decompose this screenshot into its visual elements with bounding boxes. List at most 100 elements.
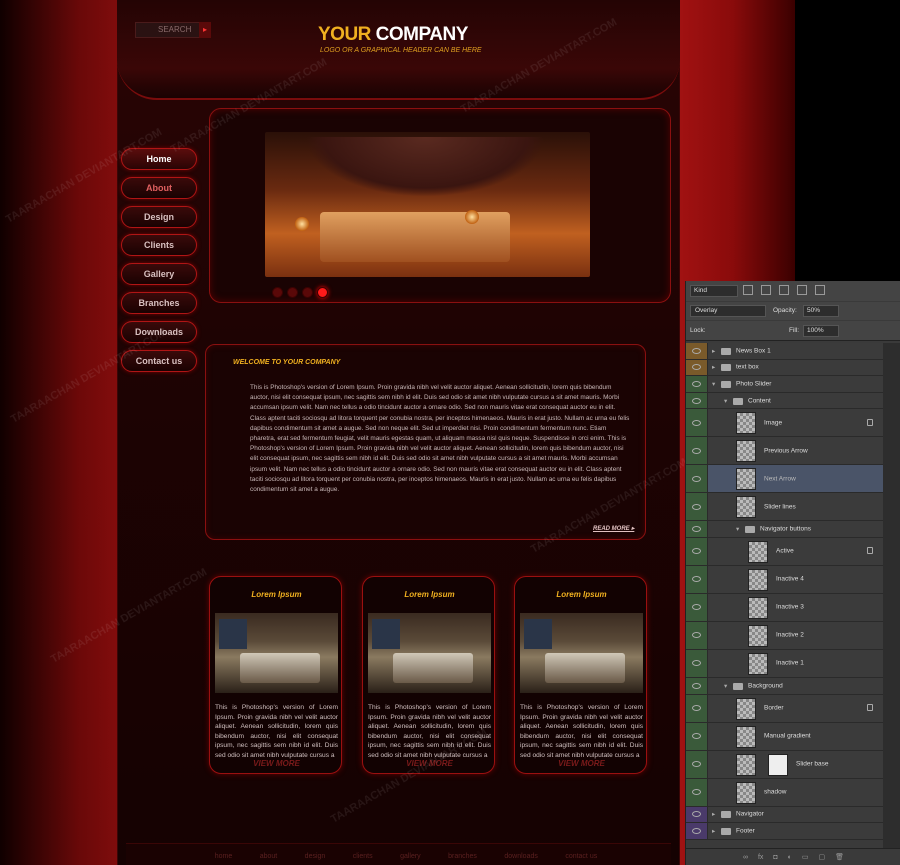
eye-icon[interactable] (686, 750, 708, 778)
smart-object-filter-icon[interactable] (815, 285, 825, 295)
eye-icon[interactable] (686, 343, 708, 359)
folder-icon (733, 397, 743, 405)
kind-filter-select[interactable]: Kind (690, 285, 738, 297)
nav-design[interactable]: Design (121, 205, 197, 228)
footer-link-design[interactable]: design (305, 844, 326, 865)
eye-icon[interactable] (686, 722, 708, 750)
layer-row[interactable]: ▾ Navigator buttons (686, 521, 883, 538)
footer-link-home[interactable]: home (215, 844, 233, 865)
add-mask-icon[interactable]: ◘ (773, 854, 777, 861)
layer-row[interactable]: Active (686, 537, 883, 566)
opacity-input[interactable]: 50% (803, 305, 839, 317)
layer-row[interactable]: Manual gradient (686, 722, 883, 751)
eye-icon[interactable] (686, 565, 708, 593)
expand-toggle-icon[interactable]: ▾ (724, 397, 727, 405)
layer-row[interactable]: ▸ Footer (686, 823, 883, 840)
slider-dot-3[interactable] (302, 287, 313, 298)
eye-icon[interactable] (686, 621, 708, 649)
footer-link-about[interactable]: about (260, 844, 278, 865)
blend-bar: Overlay Opacity: 50% (686, 302, 900, 320)
slider-dot-1[interactable] (272, 287, 283, 298)
logo[interactable]: YOUR COMPANY (318, 24, 468, 46)
folder-icon (721, 364, 731, 372)
pixel-filter-icon[interactable] (743, 285, 753, 295)
view-more-link[interactable]: VIEW MORE (210, 759, 343, 768)
eye-icon[interactable] (686, 465, 708, 493)
eye-icon[interactable] (686, 376, 708, 392)
layer-row[interactable]: ▸ text box (686, 359, 883, 377)
fill-input[interactable]: 100% (803, 325, 839, 337)
footer-link-branches[interactable]: branches (448, 844, 477, 865)
eye-icon[interactable] (686, 521, 708, 537)
eye-icon[interactable] (686, 694, 708, 722)
eye-icon[interactable] (686, 392, 708, 409)
search-button[interactable]: ▸ (199, 22, 211, 38)
expand-toggle-icon[interactable]: ▸ (712, 347, 715, 355)
layer-row[interactable]: Previous Arrow (686, 437, 883, 466)
news-box-image[interactable] (520, 613, 643, 693)
layer-row[interactable]: Border (686, 694, 883, 723)
eye-icon[interactable] (686, 359, 708, 376)
footer-link-downloads[interactable]: downloads (504, 844, 537, 865)
eye-icon[interactable] (686, 593, 708, 621)
expand-toggle-icon[interactable]: ▸ (712, 827, 715, 835)
layer-row[interactable]: Inactive 1 (686, 649, 883, 678)
eye-icon[interactable] (686, 778, 708, 806)
eye-icon[interactable] (686, 823, 708, 839)
layer-row[interactable]: Inactive 2 (686, 621, 883, 650)
news-box-text: This is Photoshop's version of Lorem Ips… (520, 704, 643, 759)
adjustment-layer-icon[interactable]: ◐ (788, 854, 792, 861)
layer-row[interactable]: Image (686, 409, 883, 438)
layer-row[interactable]: ▾ Photo Slider (686, 376, 883, 393)
slider-dot-2[interactable] (287, 287, 298, 298)
delete-layer-icon[interactable]: 🗑 (835, 853, 844, 861)
news-box-1: Lorem Ipsum This is Photoshop's version … (209, 576, 342, 774)
layer-row[interactable]: Inactive 3 (686, 593, 883, 622)
news-box-image[interactable] (368, 613, 491, 693)
slider-dot-4-active[interactable] (317, 287, 328, 298)
expand-toggle-icon[interactable]: ▸ (712, 363, 715, 371)
expand-toggle-icon[interactable]: ▸ (712, 810, 715, 818)
eye-icon[interactable] (686, 806, 708, 823)
nav-branches[interactable]: Branches (121, 291, 197, 314)
view-more-link[interactable]: VIEW MORE (515, 759, 648, 768)
layer-row[interactable]: shadow (686, 778, 883, 807)
layer-row[interactable]: ▾ Background (686, 677, 883, 695)
read-more-link[interactable]: READ MORE ▸ (593, 525, 634, 532)
new-group-icon[interactable]: ▭ (802, 853, 809, 861)
eye-icon[interactable] (686, 649, 708, 677)
nav-about[interactable]: About (121, 176, 197, 199)
layers-scrollbar[interactable] (883, 343, 900, 853)
new-layer-icon[interactable]: ▢ (819, 853, 826, 861)
nav-gallery[interactable]: Gallery (121, 263, 197, 286)
shape-filter-icon[interactable] (797, 285, 807, 295)
news-box-image[interactable] (215, 613, 338, 693)
layer-row[interactable]: ▸ Navigator (686, 806, 883, 824)
type-filter-icon[interactable] (779, 285, 789, 295)
eye-icon[interactable] (686, 677, 708, 694)
layer-row[interactable]: ▸ News Box 1 (686, 343, 883, 360)
eye-icon[interactable] (686, 537, 708, 565)
blend-mode-select[interactable]: Overlay (690, 305, 766, 317)
expand-toggle-icon[interactable]: ▾ (736, 525, 739, 533)
expand-toggle-icon[interactable]: ▾ (712, 380, 715, 388)
layer-row[interactable]: Slider base (686, 750, 883, 779)
fx-icon[interactable]: fx (758, 854, 763, 861)
expand-toggle-icon[interactable]: ▾ (724, 682, 727, 690)
layer-name: Navigator (736, 810, 764, 818)
footer-link-clients[interactable]: clients (353, 844, 373, 865)
nav-clients[interactable]: Clients (121, 234, 197, 257)
eye-icon[interactable] (686, 437, 708, 465)
adjustment-filter-icon[interactable] (761, 285, 771, 295)
news-box-title: Lorem Ipsum (404, 590, 455, 599)
layer-row[interactable]: Next Arrow (686, 465, 883, 494)
layer-row[interactable]: Slider lines (686, 493, 883, 522)
slider-image[interactable] (265, 132, 590, 277)
eye-icon[interactable] (686, 409, 708, 437)
footer-link-gallery[interactable]: gallery (400, 844, 421, 865)
layer-row[interactable]: ▾ Content (686, 392, 883, 410)
footer-link-contact-us[interactable]: contact us (565, 844, 597, 865)
layer-row[interactable]: Inactive 4 (686, 565, 883, 594)
eye-icon[interactable] (686, 493, 708, 521)
link-layers-icon[interactable]: ∞ (743, 854, 748, 861)
